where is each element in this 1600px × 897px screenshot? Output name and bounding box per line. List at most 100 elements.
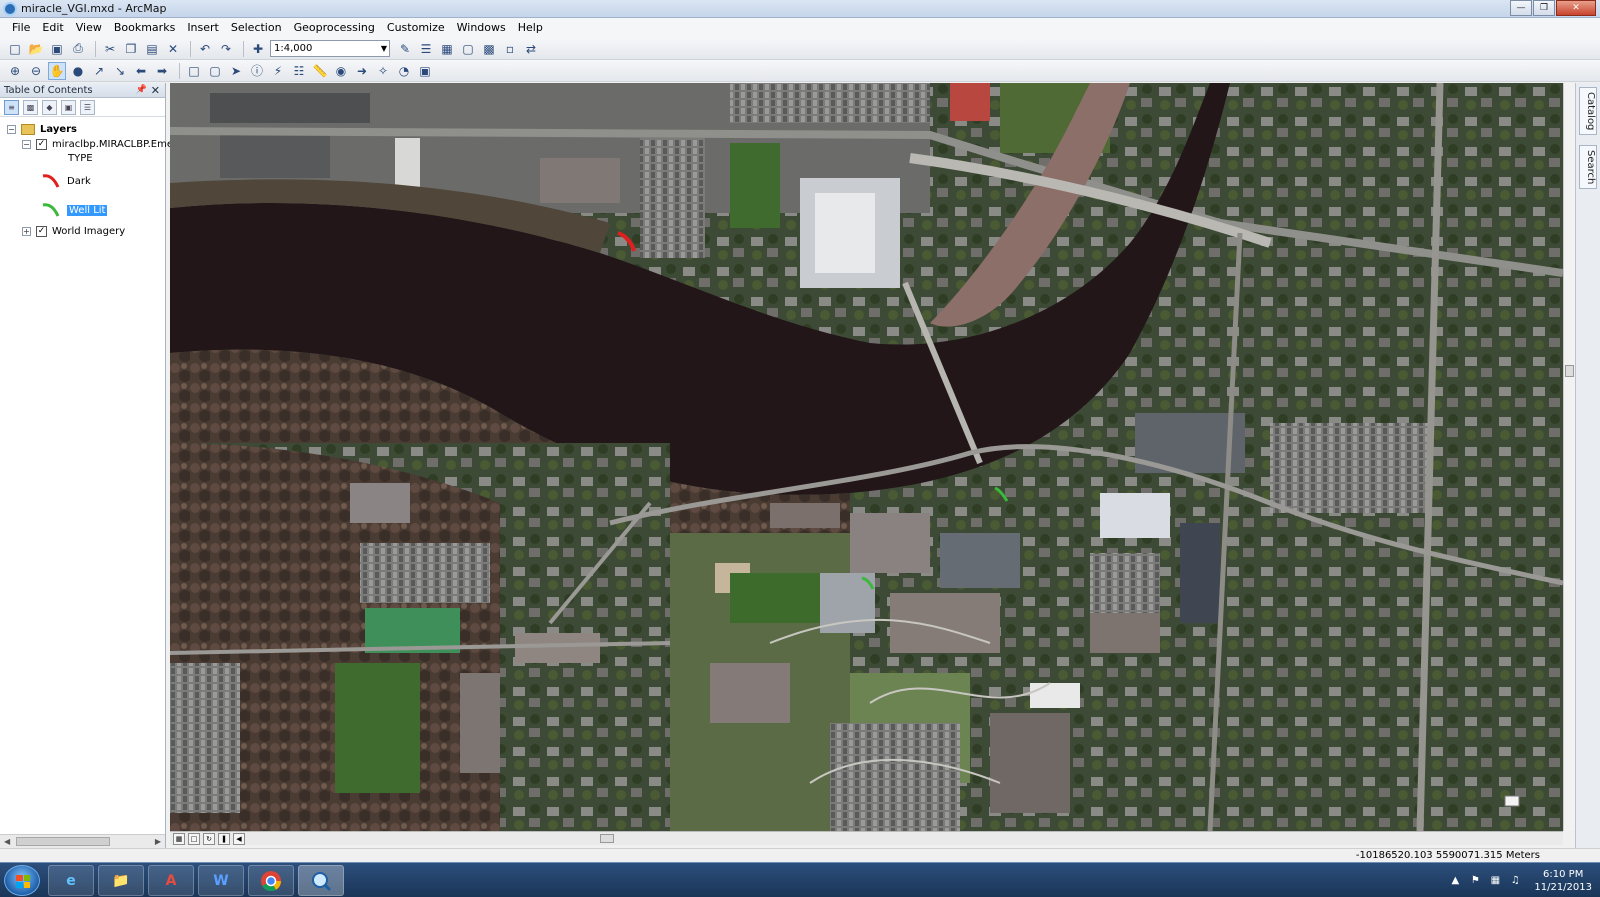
- go-to-xy-icon[interactable]: ✧: [374, 62, 392, 80]
- catalog-window-icon[interactable]: ▦: [438, 40, 456, 58]
- select-features-icon[interactable]: □: [185, 62, 203, 80]
- volume-icon[interactable]: ♫: [1508, 874, 1522, 888]
- zoom-in-icon[interactable]: ⊕: [6, 62, 24, 80]
- scroll-left-icon[interactable]: ◀: [4, 835, 10, 848]
- tree-row-layer-miracle[interactable]: − ✓ miraclbp.MIRACLBP.Eme: [22, 136, 173, 152]
- right-dock: Catalog Search: [1575, 83, 1600, 848]
- full-extent-globe-icon[interactable]: ●: [69, 62, 87, 80]
- start-button[interactable]: [4, 865, 40, 896]
- create-viewer-icon[interactable]: ▣: [416, 62, 434, 80]
- cut-icon[interactable]: ✂: [101, 40, 119, 58]
- menu-windows[interactable]: Windows: [451, 18, 512, 38]
- list-by-drawing-order-icon[interactable]: ≡: [4, 99, 19, 115]
- menu-selection[interactable]: Selection: [225, 18, 288, 38]
- tree-row-layers[interactable]: − Layers: [7, 121, 77, 137]
- list-by-source-icon[interactable]: ▩: [23, 99, 38, 115]
- find-binoculars-icon[interactable]: ◉: [332, 62, 350, 80]
- select-elements-arrow-icon[interactable]: ➤: [227, 62, 245, 80]
- show-hidden-icons-arrow[interactable]: ▲: [1448, 874, 1462, 888]
- toc-horizontal-scrollbar[interactable]: ◀ ▶: [0, 834, 165, 848]
- minimize-button[interactable]: —: [1510, 0, 1532, 16]
- network-icon[interactable]: ▦: [1488, 874, 1502, 888]
- legend-item-well-lit[interactable]: Well Lit: [40, 199, 108, 221]
- collapse-icon[interactable]: −: [7, 124, 16, 134]
- menu-help[interactable]: Help: [512, 18, 549, 38]
- paste-icon[interactable]: ▤: [143, 40, 161, 58]
- scroll-left-icon[interactable]: ◀: [233, 832, 245, 845]
- editor-toolbar-icon[interactable]: ✎: [396, 40, 414, 58]
- pause-drawing-icon[interactable]: ❚: [218, 832, 230, 845]
- collapse-icon[interactable]: −: [22, 139, 31, 149]
- hyperlink-icon[interactable]: ⚡: [269, 62, 287, 80]
- delete-icon[interactable]: ✕: [164, 40, 182, 58]
- map-scale-combobox[interactable]: 1:4,000 ▼: [270, 40, 390, 57]
- close-icon[interactable]: ✕: [151, 83, 160, 98]
- refresh-icon[interactable]: ↻: [203, 832, 215, 845]
- identify-info-icon[interactable]: ⓘ: [248, 62, 266, 80]
- pan-hand-icon[interactable]: ✋: [48, 61, 66, 80]
- menu-file[interactable]: File: [6, 18, 36, 38]
- print-icon[interactable]: ⎙: [69, 40, 87, 58]
- python-window-icon[interactable]: ▫: [501, 40, 519, 58]
- pin-icon[interactable]: 📌: [136, 83, 147, 98]
- chevron-down-icon[interactable]: ▼: [381, 41, 387, 56]
- scrollbar-thumb[interactable]: [1565, 365, 1574, 377]
- new-document-icon[interactable]: □: [6, 40, 24, 58]
- menu-edit[interactable]: Edit: [36, 18, 69, 38]
- html-popup-icon[interactable]: ☷: [290, 62, 308, 80]
- arcmap-taskbar-icon[interactable]: [298, 865, 344, 896]
- scrollbar-thumb[interactable]: [16, 837, 110, 846]
- menu-geoprocessing[interactable]: Geoprocessing: [288, 18, 381, 38]
- back-arrow-icon[interactable]: ⬅: [132, 62, 150, 80]
- internet-explorer-icon[interactable]: e: [48, 865, 94, 896]
- maximize-button[interactable]: ❐: [1533, 0, 1555, 16]
- catalog-tab[interactable]: Catalog: [1579, 87, 1597, 136]
- layout-view-icon[interactable]: □: [188, 832, 200, 845]
- modelbuilder-icon[interactable]: ⇄: [522, 40, 540, 58]
- save-icon[interactable]: ▣: [48, 40, 66, 58]
- redo-icon[interactable]: ↷: [217, 40, 235, 58]
- overview-map-icon[interactable]: [1504, 795, 1520, 807]
- fixed-zoom-in-icon[interactable]: ↗: [90, 62, 108, 80]
- acrobat-reader-icon[interactable]: A: [148, 865, 194, 896]
- undo-icon[interactable]: ↶: [196, 40, 214, 58]
- chrome-icon[interactable]: [248, 865, 294, 896]
- tree-row-layer-world-imagery[interactable]: + ✓ World Imagery: [22, 223, 125, 239]
- scroll-right-icon[interactable]: ▶: [155, 835, 161, 848]
- menu-view[interactable]: View: [70, 18, 108, 38]
- file-explorer-icon[interactable]: 📁: [98, 865, 144, 896]
- data-view-icon[interactable]: ▦: [173, 832, 185, 845]
- fixed-zoom-out-icon[interactable]: ↘: [111, 62, 129, 80]
- horizontal-scrollbar-thumb[interactable]: [600, 834, 614, 843]
- arctoolbox-icon[interactable]: ▩: [480, 40, 498, 58]
- expand-icon[interactable]: +: [22, 226, 31, 236]
- clear-selection-icon[interactable]: ▢: [206, 62, 224, 80]
- map-display[interactable]: [170, 83, 1563, 831]
- forward-arrow-icon[interactable]: ➡: [153, 62, 171, 80]
- copy-icon[interactable]: ❐: [122, 40, 140, 58]
- zoom-out-icon[interactable]: ⊖: [27, 62, 45, 80]
- search-window-icon[interactable]: ▢: [459, 40, 477, 58]
- legend-item-dark[interactable]: Dark: [40, 170, 91, 192]
- action-center-flag-icon[interactable]: ⚑: [1468, 874, 1482, 888]
- windows-flag-icon: [16, 875, 30, 888]
- toc-options-icon[interactable]: ☰: [80, 99, 95, 115]
- add-data-icon[interactable]: ✚: [249, 40, 267, 58]
- search-tab[interactable]: Search: [1579, 145, 1597, 190]
- measure-icon[interactable]: 📏: [311, 62, 329, 80]
- list-by-selection-icon[interactable]: ▣: [61, 99, 76, 115]
- time-slider-icon[interactable]: ◔: [395, 62, 413, 80]
- menu-insert[interactable]: Insert: [181, 18, 225, 38]
- open-folder-icon[interactable]: 📂: [27, 40, 45, 58]
- find-route-icon[interactable]: ➜: [353, 62, 371, 80]
- taskbar-clock[interactable]: 6:10 PM 11/21/2013: [1534, 868, 1592, 894]
- menu-customize[interactable]: Customize: [381, 18, 451, 38]
- close-button[interactable]: ✕: [1556, 0, 1596, 16]
- map-vertical-scrollbar[interactable]: [1563, 83, 1575, 831]
- table-of-contents-icon[interactable]: ☰: [417, 40, 435, 58]
- layer-visibility-checkbox[interactable]: ✓: [36, 138, 47, 150]
- menu-bookmarks[interactable]: Bookmarks: [108, 18, 181, 38]
- layer-visibility-checkbox[interactable]: ✓: [36, 225, 47, 237]
- word-icon[interactable]: W: [198, 865, 244, 896]
- list-by-visibility-icon[interactable]: ◆: [42, 99, 57, 115]
